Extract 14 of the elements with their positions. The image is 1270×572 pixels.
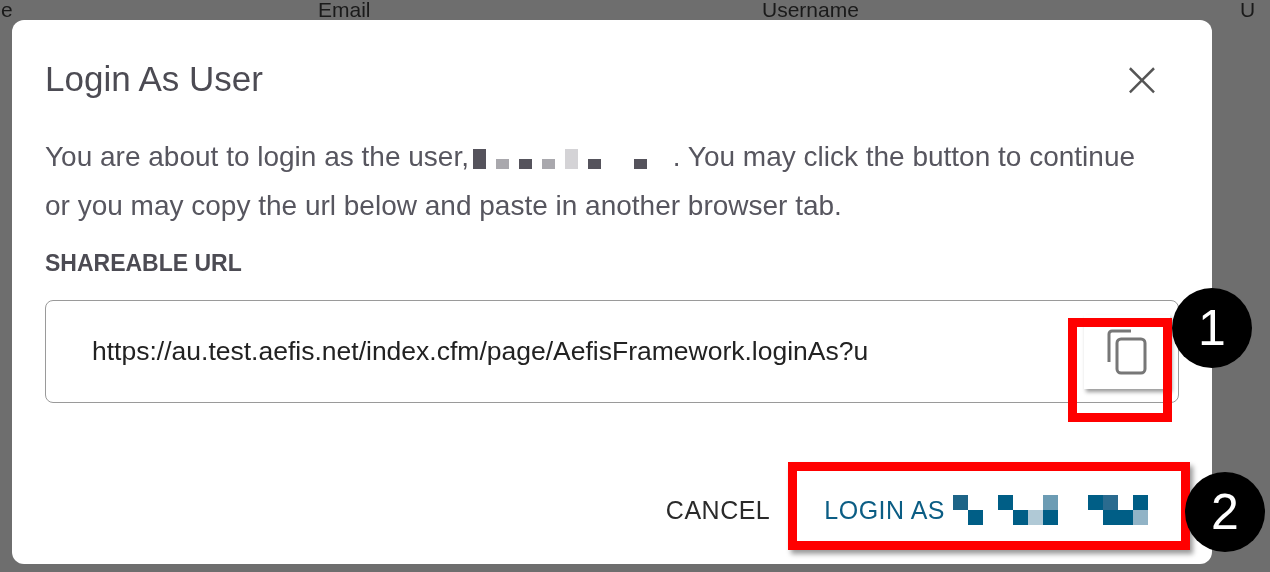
dialog-message: You are about to login as the user, . You may click the button to continue or you may copy the url below and paste in another browser tab. bbox=[45, 140, 1137, 223]
login-button[interactable]: LOGIN AS bbox=[812, 485, 1165, 535]
column-header: U bbox=[1240, 0, 1256, 20]
column-header: e bbox=[1, 0, 13, 20]
step-badge: 1 bbox=[1172, 288, 1252, 368]
column-header: Username bbox=[762, 0, 859, 20]
field-label: SHAREABLE URL bbox=[45, 250, 243, 278]
dialog-title: Login As User bbox=[45, 59, 263, 99]
close-button[interactable]: × bbox=[1121, 59, 1179, 99]
copy-icon bbox=[1105, 328, 1149, 376]
url-field[interactable]: https://au.test.aefis.net/index.cfm/page/AefisFramework.loginAs?u bbox=[45, 300, 1179, 403]
column-header: Email bbox=[318, 0, 371, 20]
step-badge: 2 bbox=[1185, 472, 1265, 552]
cancel-button[interactable]: CANCEL bbox=[653, 485, 783, 535]
